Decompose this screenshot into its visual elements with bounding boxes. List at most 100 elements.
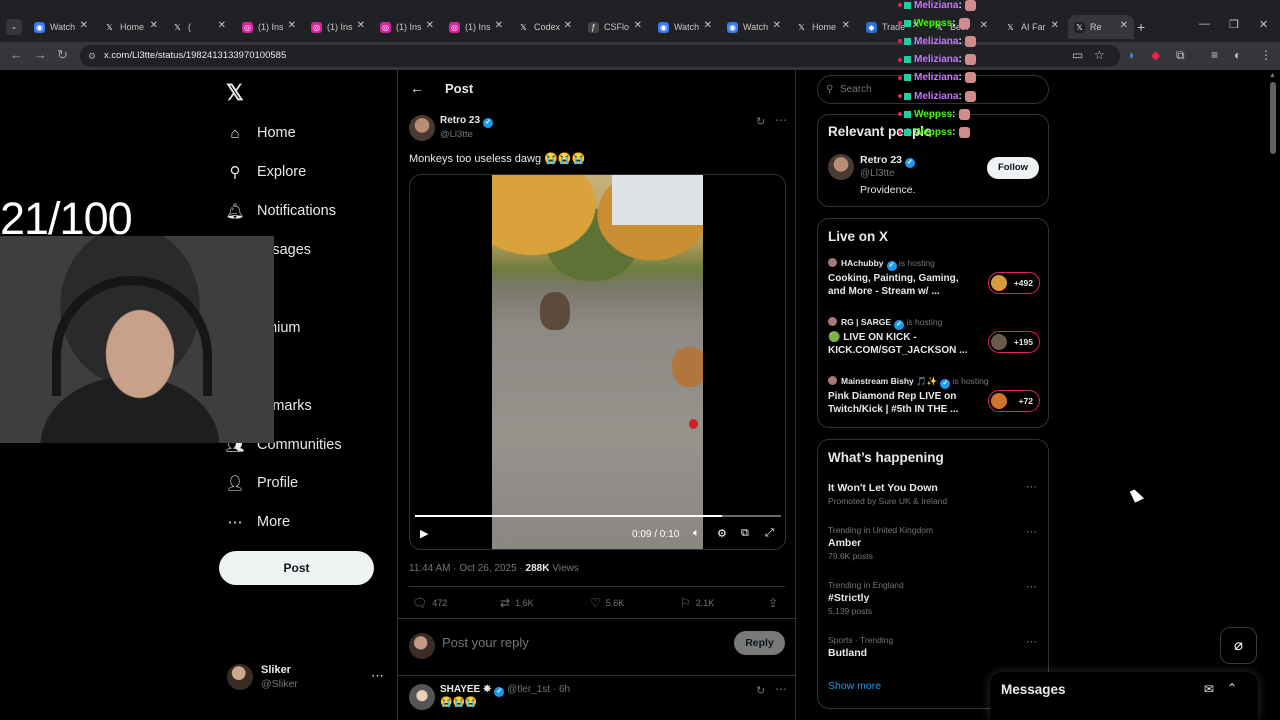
live-listener-count[interactable]: +492 [988, 272, 1040, 294]
live-item[interactable]: HAchubby ✓ is hosting Cooking, Painting, G… [828, 258, 1040, 308]
follow-button[interactable]: Follow [987, 157, 1039, 179]
avatar[interactable] [828, 154, 854, 180]
person-handle[interactable]: @Ll3tte [860, 168, 895, 179]
expand-icon[interactable]: ⌃ [1227, 681, 1237, 695]
settings-gear-icon[interactable]: ⚙ [717, 527, 727, 540]
close-tab-icon[interactable]: ✕ [634, 20, 642, 31]
close-tab-icon[interactable]: ✕ [150, 20, 158, 31]
scrollbar-thumb[interactable] [1270, 82, 1276, 154]
fullscreen-icon[interactable]: ⤢ [765, 527, 774, 540]
more-dots-icon[interactable]: ⋯ [1026, 480, 1037, 493]
pip-icon[interactable]: ⧉ [741, 527, 749, 540]
share-icon[interactable]: ⇪ [768, 596, 783, 610]
trend-item[interactable]: Trending in United Kingdom Amber 79.6K pos… [828, 525, 1040, 561]
close-tab-icon[interactable]: ✕ [357, 20, 365, 31]
browser-tab[interactable]: 𝕏 AI Far ✕ [999, 15, 1065, 39]
like-action[interactable]: ♡ 5.6K [590, 596, 624, 610]
more-dots-icon[interactable]: ⋯ [775, 113, 787, 127]
reply-button[interactable]: Reply [734, 631, 785, 655]
browser-tab[interactable]: 𝕏 Home ✕ [790, 15, 856, 39]
account-switcher[interactable]: Sliker @Sliker ⋯ [227, 662, 387, 692]
close-window-icon[interactable]: ✕ [1259, 18, 1268, 31]
more-dots-icon[interactable]: ⋯ [1026, 525, 1037, 538]
browser-tab[interactable]: 𝕏 Re ✕ [1068, 15, 1134, 39]
close-tab-icon[interactable]: ✕ [1120, 20, 1128, 31]
live-item[interactable]: Mainstream Bishy 🎵✨ ✓ is hosting Pink Diam… [828, 376, 1040, 426]
comment-author[interactable]: SHAYEE ✵ ✓ @tler_1st · 6h [440, 684, 570, 697]
site-info-icon[interactable]: ⚙ [88, 45, 96, 67]
new-tab-button[interactable]: + [1137, 19, 1145, 35]
live-listener-count[interactable]: +72 [988, 390, 1040, 412]
trend-item[interactable]: Trending in England #Strictly 5,139 posts ⋯ [828, 580, 1040, 616]
profile-avatar-icon[interactable]: ◐ [1234, 48, 1241, 62]
restore-icon[interactable]: ❐ [1229, 18, 1239, 31]
more-dots-icon[interactable]: ⋯ [1026, 580, 1037, 593]
nav-item-bell[interactable]: 🔔︎ Notifications [225, 198, 336, 224]
avatar[interactable] [409, 115, 435, 141]
live-item[interactable]: RG | SARGE ✓ is hosting 🟢 LIVE ON KICK - K… [828, 317, 1040, 367]
browser-tab[interactable]: ◎ (1) Ins ✕ [236, 15, 302, 39]
back-arrow-icon[interactable]: ← [410, 80, 424, 96]
bookmark-action[interactable]: ⚐ 2.1K [680, 596, 714, 610]
reload-icon[interactable]: ↻ [57, 47, 68, 63]
browser-tab[interactable]: ◉ Watch ✕ [652, 15, 718, 39]
post-timestamp[interactable]: 11:44 AM · Oct 26, 2025 · [409, 563, 526, 574]
more-dots-icon[interactable]: ⋯ [1026, 635, 1037, 648]
bookmark-star-icon[interactable]: ☆ [1094, 48, 1105, 62]
browser-tab[interactable]: ◉ Watch ✕ [28, 15, 94, 39]
post-author-handle[interactable]: @Ll3tte [440, 129, 473, 140]
media-control-icon[interactable]: ≡ [1211, 48, 1218, 62]
nav-item-more[interactable]: ⋯ More [226, 509, 291, 535]
reply-action[interactable]: 🗨︎ 472 [412, 596, 447, 610]
close-tab-icon[interactable]: ✕ [564, 20, 572, 31]
browser-tab[interactable]: ◎ (1) Ins ✕ [374, 15, 440, 39]
nav-item-profile[interactable]: 👤︎ Profile [225, 470, 298, 496]
new-message-icon[interactable]: ✉ [1204, 682, 1214, 696]
close-tab-icon[interactable]: ✕ [842, 20, 850, 31]
extensions-puzzle-icon[interactable]: ⧉ [1176, 48, 1185, 63]
post-author-name[interactable]: Retro 23 ✓ [440, 115, 494, 128]
close-tab-icon[interactable]: ✕ [495, 20, 503, 31]
close-tab-icon[interactable]: ✕ [218, 20, 226, 31]
show-more-link[interactable]: Show more [828, 680, 881, 692]
more-dots-icon[interactable]: ⋯ [371, 668, 384, 684]
volume-icon[interactable]: 🔈︎ [693, 527, 700, 540]
messages-drawer[interactable]: Messages ✉ ⌃ [990, 672, 1258, 720]
more-dots-icon[interactable]: ⋯ [775, 682, 787, 696]
browser-tab[interactable]: ◎ (1) Ins ✕ [443, 15, 509, 39]
close-tab-icon[interactable]: ✕ [288, 20, 296, 31]
close-tab-icon[interactable]: ✕ [773, 20, 781, 31]
x-logo-icon[interactable]: 𝕏 [226, 80, 244, 106]
forward-icon[interactable]: → [34, 47, 47, 62]
reply-input[interactable]: Post your reply [442, 635, 529, 650]
nav-item-search[interactable]: ⚲ Explore [226, 159, 307, 185]
browser-tab[interactable]: 𝕏 Home ✕ [98, 15, 164, 39]
close-tab-icon[interactable]: ✕ [1051, 20, 1059, 31]
nav-item-home[interactable]: ⌂ Home [226, 120, 295, 146]
browser-tab[interactable]: 𝕏 Codex ✕ [512, 15, 578, 39]
minimize-icon[interactable]: — [1199, 18, 1210, 30]
repost-action[interactable]: ⇄ 1.6K [500, 596, 534, 610]
live-listener-count[interactable]: +195 [988, 331, 1040, 353]
browser-tab[interactable]: ◎ (1) Ins ✕ [305, 15, 371, 39]
trend-item[interactable]: It Won't Let You Down Promoted by Sure UK… [828, 480, 1040, 506]
scroll-up-icon[interactable]: ▲ [1269, 72, 1276, 79]
grok-icon[interactable]: ↻ [756, 115, 765, 128]
avatar[interactable] [409, 684, 435, 710]
trend-item[interactable]: Sports · Trending Butland ⋯ [828, 635, 1040, 659]
cast-icon[interactable]: ▭ [1072, 48, 1083, 62]
extension-icon[interactable]: ◆ [1151, 48, 1160, 62]
browser-tab[interactable]: ◉ Watch ✕ [721, 15, 787, 39]
close-tab-icon[interactable]: ✕ [80, 20, 88, 31]
close-tab-icon[interactable]: ✕ [426, 20, 434, 31]
browser-menu-icon[interactable]: ⋮ [1260, 48, 1272, 62]
play-icon[interactable]: ▶ [420, 527, 428, 540]
close-tab-icon[interactable]: ✕ [704, 20, 712, 31]
video-progress-bar[interactable] [415, 515, 781, 517]
tab-search-icon[interactable]: ⌄ [6, 19, 22, 35]
back-icon[interactable]: ← [10, 47, 23, 62]
video-player[interactable]: ▶ 0:09 / 0:10 🔈︎ ⚙ ⧉ ⤢ [409, 174, 786, 550]
extension-icon[interactable]: ◗ [1128, 48, 1135, 62]
person-name[interactable]: Retro 23 ✓ [860, 154, 916, 168]
compose-post-button[interactable]: Post [219, 551, 374, 585]
